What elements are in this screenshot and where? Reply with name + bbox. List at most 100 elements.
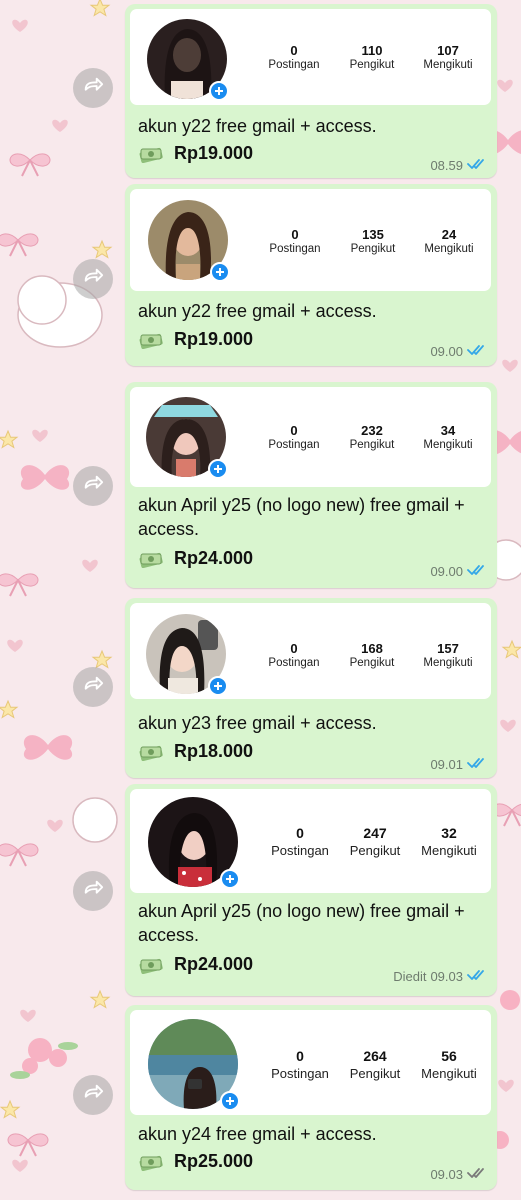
following-count: 32	[441, 825, 457, 841]
followers-count: 110	[361, 43, 383, 58]
following-count: 34	[440, 423, 456, 438]
double-check-icon	[463, 564, 487, 579]
forward-button[interactable]	[73, 871, 113, 911]
plus-icon	[220, 869, 240, 889]
following-count: 56	[441, 1048, 457, 1064]
price-line: Rp19.000	[138, 329, 253, 350]
message-meta: 09.01	[430, 757, 487, 772]
posts-count: 0	[291, 227, 299, 242]
message-text: akun y22 free gmail + access.	[138, 301, 377, 321]
posts-stat: 0 Postingan	[251, 43, 337, 73]
message-bubble[interactable]: 0 Postingan 168 Pengikut 157 Mengikuti akun…	[125, 598, 497, 778]
forward-button[interactable]	[73, 68, 113, 108]
message-text: akun y24 free gmail + access.	[138, 1124, 377, 1144]
message-meta: 09.03	[430, 1167, 487, 1182]
followers-count: 168	[361, 641, 383, 656]
money-icon	[138, 743, 164, 761]
posts-label: Postingan	[271, 1066, 329, 1081]
followers-label: Pengikut	[349, 657, 395, 669]
forward-icon	[82, 674, 104, 701]
price: Rp18.000	[174, 741, 254, 761]
timestamp: 08.59	[430, 158, 463, 173]
posts-count: 0	[290, 641, 298, 656]
price-line: Rp25.000	[138, 1151, 253, 1172]
followers-label: Pengikut	[350, 243, 396, 255]
posts-stat: 0 Postingan	[252, 227, 338, 257]
posts-label: Postingan	[268, 59, 320, 71]
forward-icon	[82, 878, 104, 905]
message-bubble[interactable]: 0 Postingan 232 Pengikut 34 Mengikuti akun …	[125, 382, 497, 588]
plus-icon	[208, 676, 228, 696]
following-stat: 34 Mengikuti	[405, 423, 491, 453]
timestamp: 09.00	[430, 344, 463, 359]
message-bubble[interactable]: 0 Postingan 247 Pengikut 32 Mengikuti akun …	[125, 784, 497, 996]
money-icon	[138, 550, 164, 568]
message-meta: 08.59	[430, 158, 487, 173]
following-stat: 24 Mengikuti	[406, 227, 492, 257]
posts-label: Postingan	[268, 657, 320, 669]
posts-count: 0	[296, 1048, 304, 1064]
money-icon	[138, 145, 164, 163]
posts-count: 0	[296, 825, 304, 841]
message-text: akun April y25 (no logo new) free gmail …	[138, 901, 465, 945]
followers-stat: 135 Pengikut	[330, 227, 416, 257]
profile-preview-card[interactable]: 0 Postingan 247 Pengikut 32 Mengikuti	[130, 789, 491, 893]
profile-preview-card[interactable]: 0 Postingan 135 Pengikut 24 Mengikuti	[130, 189, 491, 291]
following-stat: 107 Mengikuti	[405, 43, 491, 73]
price: Rp25.000	[174, 1151, 254, 1171]
forward-button[interactable]	[73, 1075, 113, 1115]
profile-preview-card[interactable]: 0 Postingan 264 Pengikut 56 Mengikuti	[130, 1010, 491, 1115]
forward-button[interactable]	[73, 466, 113, 506]
price-line: Rp18.000	[138, 741, 253, 762]
posts-count: 0	[290, 423, 298, 438]
profile-preview-card[interactable]: 0 Postingan 168 Pengikut 157 Mengikuti	[130, 603, 491, 699]
avatar	[148, 200, 230, 282]
following-label: Mengikuti	[423, 59, 473, 71]
profile-preview-card[interactable]: 0 Postingan 110 Pengikut 107 Mengikuti	[130, 9, 491, 105]
followers-count: 135	[362, 227, 384, 242]
following-count: 157	[437, 641, 459, 656]
following-label: Mengikuti	[424, 243, 474, 255]
forward-icon	[82, 266, 104, 293]
price-line: Rp24.000	[138, 954, 253, 975]
message-bubble[interactable]: 0 Postingan 264 Pengikut 56 Mengikuti akun …	[125, 1005, 497, 1190]
following-stat: 157 Mengikuti	[405, 641, 491, 671]
double-check-icon	[463, 158, 487, 173]
posts-stat: 0 Postingan	[257, 1048, 343, 1082]
followers-label: Pengikut	[349, 439, 395, 451]
avatar	[148, 1019, 240, 1111]
price: Rp19.000	[174, 329, 254, 349]
profile-preview-card[interactable]: 0 Postingan 232 Pengikut 34 Mengikuti	[130, 387, 491, 487]
followers-label: Pengikut	[349, 59, 395, 71]
timestamp: 09.03	[430, 969, 463, 984]
following-label: Mengikuti	[421, 843, 477, 858]
followers-stat: 110 Pengikut	[329, 43, 415, 73]
forward-icon	[82, 473, 104, 500]
following-label: Mengikuti	[423, 657, 473, 669]
posts-stat: 0 Postingan	[251, 423, 337, 453]
posts-stat: 0 Postingan	[257, 825, 343, 859]
price: Rp24.000	[174, 548, 254, 568]
timestamp: 09.01	[430, 757, 463, 772]
following-label: Mengikuti	[423, 439, 473, 451]
plus-icon	[209, 81, 229, 101]
price: Rp24.000	[174, 954, 254, 974]
posts-label: Postingan	[269, 243, 321, 255]
message-meta: Diedit 09.03	[393, 969, 487, 984]
plus-icon	[208, 459, 228, 479]
message-meta: 09.00	[430, 344, 487, 359]
following-count: 107	[437, 43, 459, 58]
double-check-icon	[463, 757, 487, 772]
posts-label: Postingan	[268, 439, 320, 451]
double-check-icon	[463, 969, 487, 984]
posts-count: 0	[290, 43, 298, 58]
forward-button[interactable]	[73, 667, 113, 707]
forward-button[interactable]	[73, 259, 113, 299]
plus-icon	[210, 262, 230, 282]
avatar	[147, 19, 229, 101]
edited-label: Diedit	[393, 969, 427, 984]
message-bubble[interactable]: 0 Postingan 135 Pengikut 24 Mengikuti akun …	[125, 184, 497, 366]
message-text: akun y22 free gmail + access.	[138, 116, 377, 136]
message-bubble[interactable]: 0 Postingan 110 Pengikut 107 Mengikuti akun…	[125, 4, 497, 178]
price-line: Rp24.000	[138, 548, 253, 569]
